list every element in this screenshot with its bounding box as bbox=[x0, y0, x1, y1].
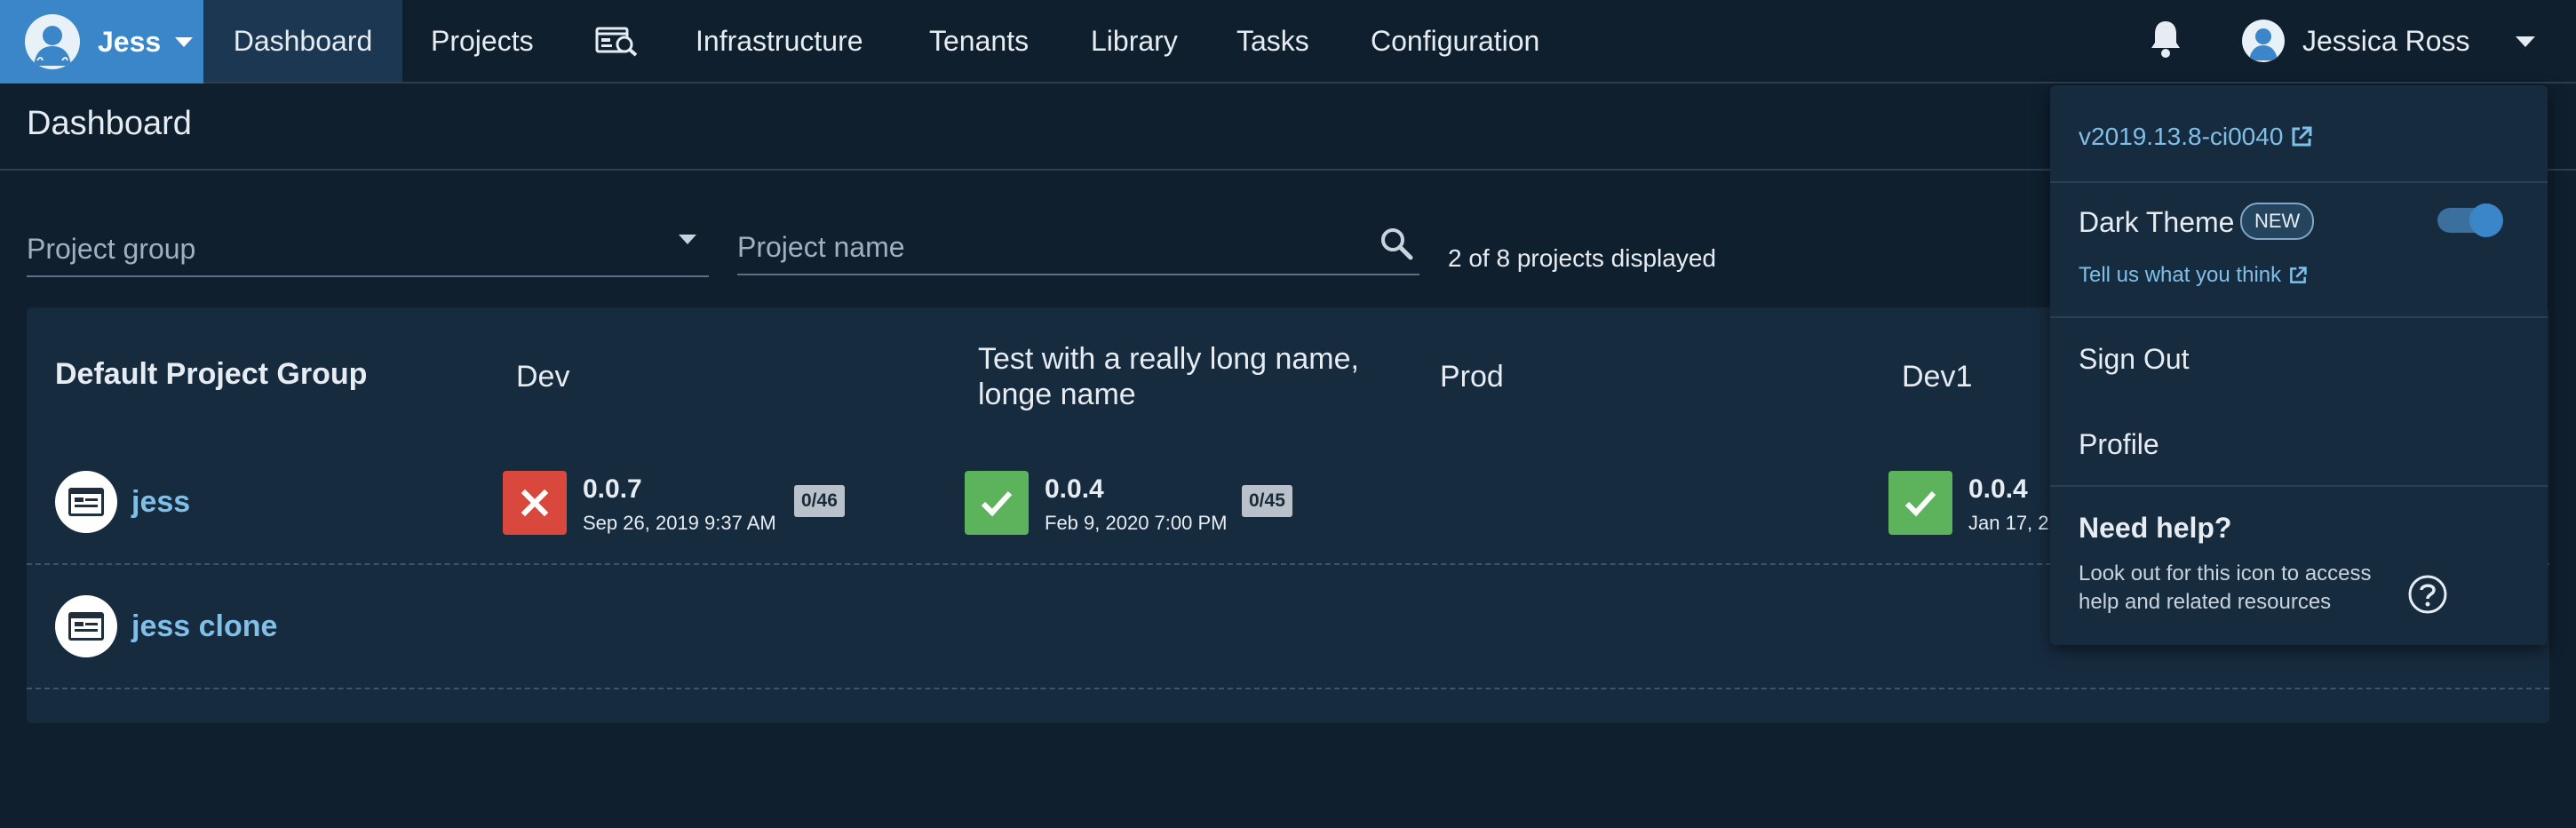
success-status-icon bbox=[965, 471, 1029, 535]
project-logo-icon bbox=[55, 471, 117, 533]
dark-theme-toggle[interactable] bbox=[2437, 203, 2503, 237]
project-row-jess-clone[interactable]: jess clone bbox=[55, 595, 277, 657]
deployment-version: 0.0.7 bbox=[583, 474, 642, 504]
nav-library[interactable]: Library bbox=[1091, 0, 1178, 82]
nav-tenants[interactable]: Tenants bbox=[929, 0, 1029, 82]
space-switcher[interactable]: Jess bbox=[0, 0, 203, 84]
project-logo-icon bbox=[55, 595, 117, 657]
help-icon[interactable] bbox=[2407, 574, 2448, 615]
sign-out-item[interactable]: Sign Out bbox=[2079, 343, 2190, 376]
dark-theme-label: Dark Theme bbox=[2079, 206, 2235, 238]
failed-status-icon bbox=[503, 471, 567, 535]
user-dropdown-menu: v2019.13.8-ci0040 Dark Theme NEW Tell us… bbox=[2050, 85, 2548, 645]
project-name-input[interactable]: Project name bbox=[737, 219, 1419, 275]
menu-divider bbox=[2050, 485, 2548, 487]
chevron-down-icon bbox=[175, 36, 194, 47]
nav-configuration[interactable]: Configuration bbox=[1371, 0, 1539, 82]
profile-item[interactable]: Profile bbox=[2079, 428, 2159, 461]
nav-tasks[interactable]: Tasks bbox=[1236, 0, 1309, 82]
project-name-link[interactable]: jess bbox=[131, 485, 190, 520]
nav-dashboard[interactable]: Dashboard bbox=[203, 0, 402, 82]
chevron-down-icon bbox=[679, 235, 696, 244]
search-icon bbox=[1381, 228, 1413, 260]
search-dashboard-icon[interactable] bbox=[595, 0, 640, 82]
success-status-icon bbox=[1888, 471, 1952, 535]
project-name-link[interactable]: jess clone bbox=[131, 609, 277, 644]
help-title: Need help? bbox=[2079, 512, 2232, 544]
help-text: Look out for this icon to access help an… bbox=[2079, 561, 2372, 614]
env-header-dev1: Dev1 bbox=[1902, 360, 1973, 394]
new-badge: NEW bbox=[2240, 203, 2315, 240]
task-count-badge: 0/45 bbox=[1242, 485, 1292, 517]
project-row-jess[interactable]: jess bbox=[55, 471, 190, 533]
nav-infrastructure[interactable]: Infrastructure bbox=[696, 0, 863, 82]
feedback-link[interactable]: Tell us what you think bbox=[2079, 263, 2308, 288]
menu-divider bbox=[2050, 316, 2548, 318]
user-avatar-icon bbox=[2242, 20, 2285, 62]
deployment-version: 0.0.4 bbox=[1045, 474, 1104, 504]
project-group-title: Default Project Group bbox=[55, 357, 368, 391]
deployment-jess-dev[interactable]: 0.0.7 Sep 26, 2019 9:37 AM bbox=[503, 471, 776, 535]
version-link[interactable]: v2019.13.8-ci0040 bbox=[2079, 123, 2313, 151]
space-name: Jess bbox=[98, 25, 162, 58]
menu-divider bbox=[2050, 181, 2548, 183]
deployment-date: Jan 17, 2 bbox=[1968, 512, 2049, 534]
env-header-test: Test with a really long name, longe name bbox=[978, 342, 1359, 411]
space-avatar-icon bbox=[25, 14, 80, 69]
deployment-jess-test[interactable]: 0.0.4 Feb 9, 2020 7:00 PM bbox=[965, 471, 1227, 535]
top-navigation: Jess Dashboard Projects Infrastructure T… bbox=[0, 0, 2576, 84]
env-header-dev: Dev bbox=[516, 360, 570, 394]
chevron-down-icon[interactable] bbox=[2516, 36, 2535, 47]
deployment-jess-dev1[interactable]: 0.0.4 Jan 17, 2 bbox=[1888, 471, 2049, 535]
user-name: Jessica Ross bbox=[2302, 24, 2470, 57]
task-count-badge: 0/46 bbox=[794, 485, 845, 517]
feedback-text: Tell us what you think bbox=[2079, 263, 2282, 287]
env-header-prod: Prod bbox=[1440, 360, 1504, 394]
project-group-placeholder: Project group bbox=[27, 233, 196, 265]
nav-projects[interactable]: Projects bbox=[431, 0, 534, 82]
row-divider bbox=[27, 688, 2549, 689]
project-name-placeholder: Project name bbox=[737, 231, 905, 263]
projects-count: 2 of 8 projects displayed bbox=[1448, 244, 1716, 272]
deployment-version: 0.0.4 bbox=[1968, 474, 2028, 504]
deployment-date: Sep 26, 2019 9:37 AM bbox=[583, 512, 776, 534]
external-link-icon bbox=[2290, 267, 2307, 283]
project-group-select[interactable]: Project group bbox=[27, 220, 709, 277]
bell-icon[interactable] bbox=[2148, 18, 2183, 59]
deployment-date: Feb 9, 2020 7:00 PM bbox=[1045, 512, 1228, 534]
page-title: Dashboard bbox=[27, 105, 192, 142]
version-text: v2019.13.8-ci0040 bbox=[2079, 123, 2284, 150]
toggle-knob bbox=[2469, 203, 2503, 237]
user-menu-button[interactable]: Jessica Ross bbox=[2242, 0, 2470, 82]
external-link-icon bbox=[2292, 126, 2312, 147]
